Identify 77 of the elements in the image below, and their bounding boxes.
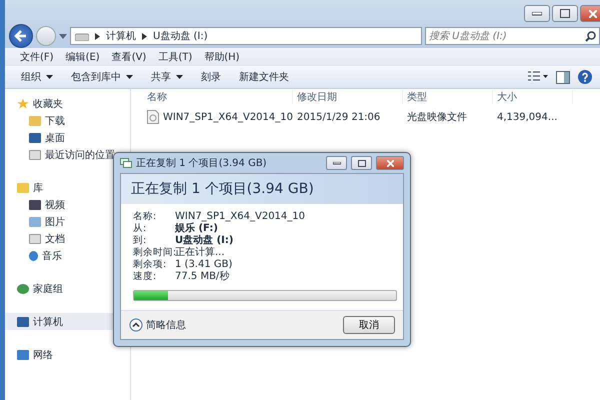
close-button[interactable] <box>376 156 404 170</box>
menu-item[interactable]: 帮助(H) <box>199 50 247 64</box>
field-label: 从: <box>133 222 148 234</box>
menu-item[interactable]: 编辑(E) <box>60 50 107 64</box>
caret-icon <box>126 75 133 79</box>
toolbar-button[interactable]: 刻录 <box>195 70 233 84</box>
dialog-title: 正在复制 1 个项目(3.94 GB) <box>136 156 267 170</box>
sidebar-item[interactable]: 网络 <box>5 346 130 363</box>
column-header[interactable]: 修改日期 <box>293 90 403 104</box>
sidebar-item[interactable]: 收藏夹 <box>5 95 130 112</box>
column-header[interactable]: 大小 <box>493 90 573 104</box>
chevron-up-icon <box>129 318 143 332</box>
search-field[interactable]: 搜索 U盘动盘 (I:) <box>425 27 600 45</box>
minimize-icon <box>532 12 542 16</box>
caret-icon[interactable] <box>59 34 67 38</box>
toolbar-button[interactable]: 包含到库中 <box>65 70 145 84</box>
cancel-button[interactable]: 取消 <box>343 316 395 334</box>
column-header[interactable]: 类型 <box>403 90 493 104</box>
menu-item[interactable]: 工具(T) <box>153 50 200 64</box>
sidebar-item[interactable]: 文档 <box>5 230 130 247</box>
table-cell-text: 光盘映像文件 <box>407 110 467 124</box>
field-value: WIN7_SP1_X64_V2014_10 <box>175 210 306 222</box>
close-icon <box>386 160 394 166</box>
field-value: 1 (3.41 GB) <box>175 258 232 270</box>
sidebar-item[interactable]: 最近访问的位置 <box>5 146 130 163</box>
toolbar-button[interactable]: 新建文件夹 <box>233 70 301 84</box>
minimize-button[interactable] <box>326 156 347 170</box>
sidebar-item[interactable]: 家庭组 <box>5 280 130 297</box>
field-value: 正在计算... <box>175 246 225 259</box>
toolbar-button[interactable]: 组织 <box>15 70 65 84</box>
menu-item[interactable]: 查看(V) <box>106 50 154 64</box>
field-label: 名称: <box>133 210 158 222</box>
back-arrow-icon <box>13 28 29 44</box>
maximize-button[interactable] <box>351 156 372 170</box>
caret-icon <box>46 75 53 79</box>
chevron-icon <box>142 32 147 40</box>
back-button[interactable] <box>9 24 33 48</box>
toolbar-button[interactable]: 共享 <box>145 70 195 84</box>
table-cell: 4,139,094... <box>497 112 558 122</box>
search-icon <box>585 31 596 42</box>
sidebar-item[interactable]: 下载 <box>5 112 130 129</box>
field-label: 剩余时间: <box>133 246 175 258</box>
address-bar[interactable]: 计算机 U盘动盘 (I:) <box>70 27 422 45</box>
sidebar-item[interactable]: 桌面 <box>5 129 130 146</box>
minimize-button[interactable] <box>524 5 550 22</box>
minimize-icon <box>332 162 340 164</box>
close-icon <box>589 10 597 18</box>
chevron-icon <box>95 32 100 40</box>
view-list-icon[interactable] <box>528 71 548 83</box>
breadcrumb[interactable]: U盘动盘 (I:) <box>153 29 208 43</box>
sidebar-item[interactable]: 音乐 <box>5 247 130 264</box>
copy-icon <box>120 158 132 168</box>
caret-icon <box>176 75 183 79</box>
preview-pane-icon[interactable] <box>556 70 570 84</box>
help-icon[interactable] <box>578 70 592 84</box>
disc-image-file-icon <box>147 110 159 124</box>
menu-item[interactable]: 文件(F) <box>15 50 61 64</box>
sidebar-item[interactable]: 图片 <box>5 213 130 230</box>
maximize-icon <box>358 160 366 166</box>
table-cell: 2015/1/29 21:06 <box>297 112 380 122</box>
field-value: U盘动盘 (I:) <box>175 234 234 246</box>
details-toggle[interactable]: 简略信息 <box>129 318 186 332</box>
breadcrumb[interactable]: 计算机 <box>106 29 136 43</box>
field-label: 剩余项: <box>133 258 168 270</box>
close-button[interactable] <box>580 5 600 22</box>
maximize-button[interactable] <box>552 5 578 22</box>
column-header[interactable]: 名称 <box>143 90 293 104</box>
dialog-heading: 正在复制 1 个项目(3.94 GB) <box>131 180 314 198</box>
table-cell: WIN7_SP1_X64_V2014_10 <box>162 112 293 122</box>
maximize-icon <box>560 9 570 18</box>
field-label: 速度: <box>133 270 158 282</box>
field-value: 娱乐 (F:) <box>175 222 218 234</box>
sidebar-item[interactable]: 视频 <box>5 196 130 213</box>
field-label: 到: <box>133 234 148 246</box>
sidebar-item[interactable]: 库 <box>5 179 130 196</box>
field-value: 77.5 MB/秒 <box>175 270 230 283</box>
drive-icon <box>75 32 89 40</box>
